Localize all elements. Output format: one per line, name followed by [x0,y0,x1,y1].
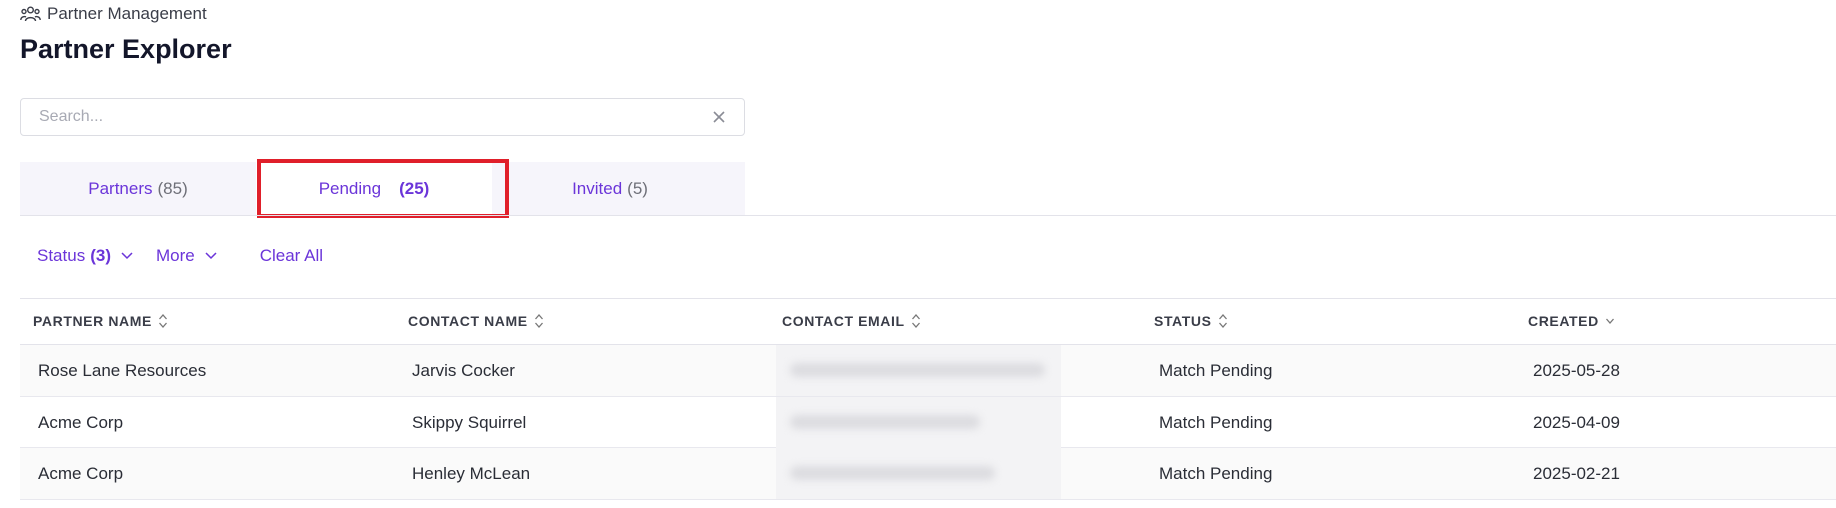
more-filter-label: More [155,246,195,265]
partners-table: PARTNER NAME CONTACT NAME CONTACT EMAIL … [20,298,1836,500]
created-cell: 2025-02-21 [1533,464,1620,483]
column-header-label: CREATED [1528,313,1599,329]
table-header: PARTNER NAME CONTACT NAME CONTACT EMAIL … [20,298,1836,345]
partner-name-cell: Acme Corp [38,412,124,432]
status-cell: Match Pending [1159,361,1273,380]
table-row[interactable]: Rose Lane Resources Jarvis Cocker Match … [20,345,1836,397]
contact-name-cell: Jarvis Cocker [412,361,515,380]
table-row[interactable]: Acme Corp Henley McLean Match Pending 20… [20,448,1836,500]
column-header-status[interactable]: STATUS [1154,313,1228,329]
users-icon [20,6,41,22]
clear-all-button[interactable]: Clear All [260,246,323,266]
sort-desc-icon [1605,318,1614,324]
search-box [20,98,745,136]
chevron-down-icon [121,252,133,260]
redacted-email [776,345,1061,396]
column-header-partner-name[interactable]: PARTNER NAME [33,313,168,329]
tab-pending[interactable]: Pending (25) [256,162,492,215]
column-header-created[interactable]: CREATED [1528,313,1615,329]
sort-icon [158,314,167,328]
tab-partners[interactable]: Partners (85) [20,162,256,215]
status-cell: Match Pending [1159,412,1273,432]
more-filters-dropdown[interactable]: More [156,246,218,266]
column-header-label: CONTACT NAME [408,313,528,329]
tab-label: Pending [318,178,382,198]
tab-count: (85) [157,178,188,198]
redacted-email [776,396,1061,448]
divider [20,215,1836,216]
tab-invited[interactable]: Invited (5) [492,162,728,215]
chevron-down-icon [205,252,217,260]
tab-count: (5) [627,178,648,198]
filter-bar: Status (3) More Clear All [37,246,323,266]
clear-search-icon[interactable] [710,108,728,126]
sort-icon [911,314,920,328]
tab-label: Invited [572,178,623,198]
table-row[interactable]: Acme Corp Skippy Squirrel Match Pending … [20,396,1836,448]
tab-bar: Partners (85) Pending (25) Invited (5) [20,162,745,215]
column-header-label: PARTNER NAME [33,313,152,329]
column-header-label: STATUS [1154,313,1212,329]
column-header-contact-email[interactable]: CONTACT EMAIL [782,313,921,329]
status-cell: Match Pending [1159,464,1273,483]
tab-label: Partners [88,178,153,198]
breadcrumb-label: Partner Management [47,4,207,23]
created-cell: 2025-05-28 [1533,361,1620,380]
column-header-contact-name[interactable]: CONTACT NAME [408,313,544,329]
breadcrumb[interactable]: Partner Management [20,4,207,24]
sort-icon [1218,314,1227,328]
contact-name-cell: Henley McLean [412,464,531,483]
contact-name-cell: Skippy Squirrel [412,412,527,432]
status-filter-label: Status [37,246,86,265]
created-cell: 2025-04-09 [1533,412,1620,432]
status-filter-count: (3) [90,246,111,265]
search-input[interactable] [21,99,681,135]
partner-name-cell: Acme Corp [38,464,124,483]
partner-name-cell: Rose Lane Resources [38,361,207,380]
redacted-email [776,448,1061,499]
tab-count: (25) [399,178,430,198]
sort-icon [534,314,543,328]
status-filter-dropdown[interactable]: Status (3) [37,246,134,266]
column-header-label: CONTACT EMAIL [782,313,905,329]
page-title: Partner Explorer [20,34,232,64]
